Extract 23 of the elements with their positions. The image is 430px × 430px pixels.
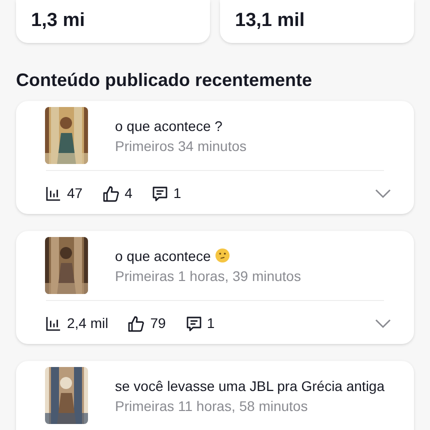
view-count: 2,4 mil (67, 314, 108, 333)
like-count: 4 (124, 184, 132, 203)
expand-chevron-icon[interactable] (375, 318, 391, 328)
stat-value: 1,3 mi (31, 10, 85, 31)
like-count: 79 (150, 314, 166, 333)
bar-chart-icon (46, 316, 61, 331)
comment-count: 1 (173, 184, 182, 203)
view-count: 47 (67, 184, 83, 203)
post-age: Primeiras 11 horas, 58 minutos (115, 396, 309, 416)
post-title: o que acontece ? (115, 116, 222, 136)
post-title: se você levasse uma JBL pra Grécia antiga (115, 376, 385, 396)
post-age: Primeiros 34 minutos (115, 136, 246, 156)
thumbs-up-icon (128, 316, 144, 332)
post-age: Primeiras 1 horas, 39 minutos (115, 266, 301, 286)
post-title: o que acontece (115, 246, 211, 266)
comment-count: 1 (206, 314, 215, 333)
expand-chevron-icon[interactable] (375, 188, 391, 198)
bar-chart-icon (46, 186, 61, 201)
thumbs-up-icon (102, 186, 119, 202)
comment-icon (186, 316, 202, 332)
stat-value: 13,1 mil (235, 10, 305, 31)
section-title: Conteúdo publicado recentemente (15, 69, 314, 92)
comment-icon (152, 186, 168, 202)
